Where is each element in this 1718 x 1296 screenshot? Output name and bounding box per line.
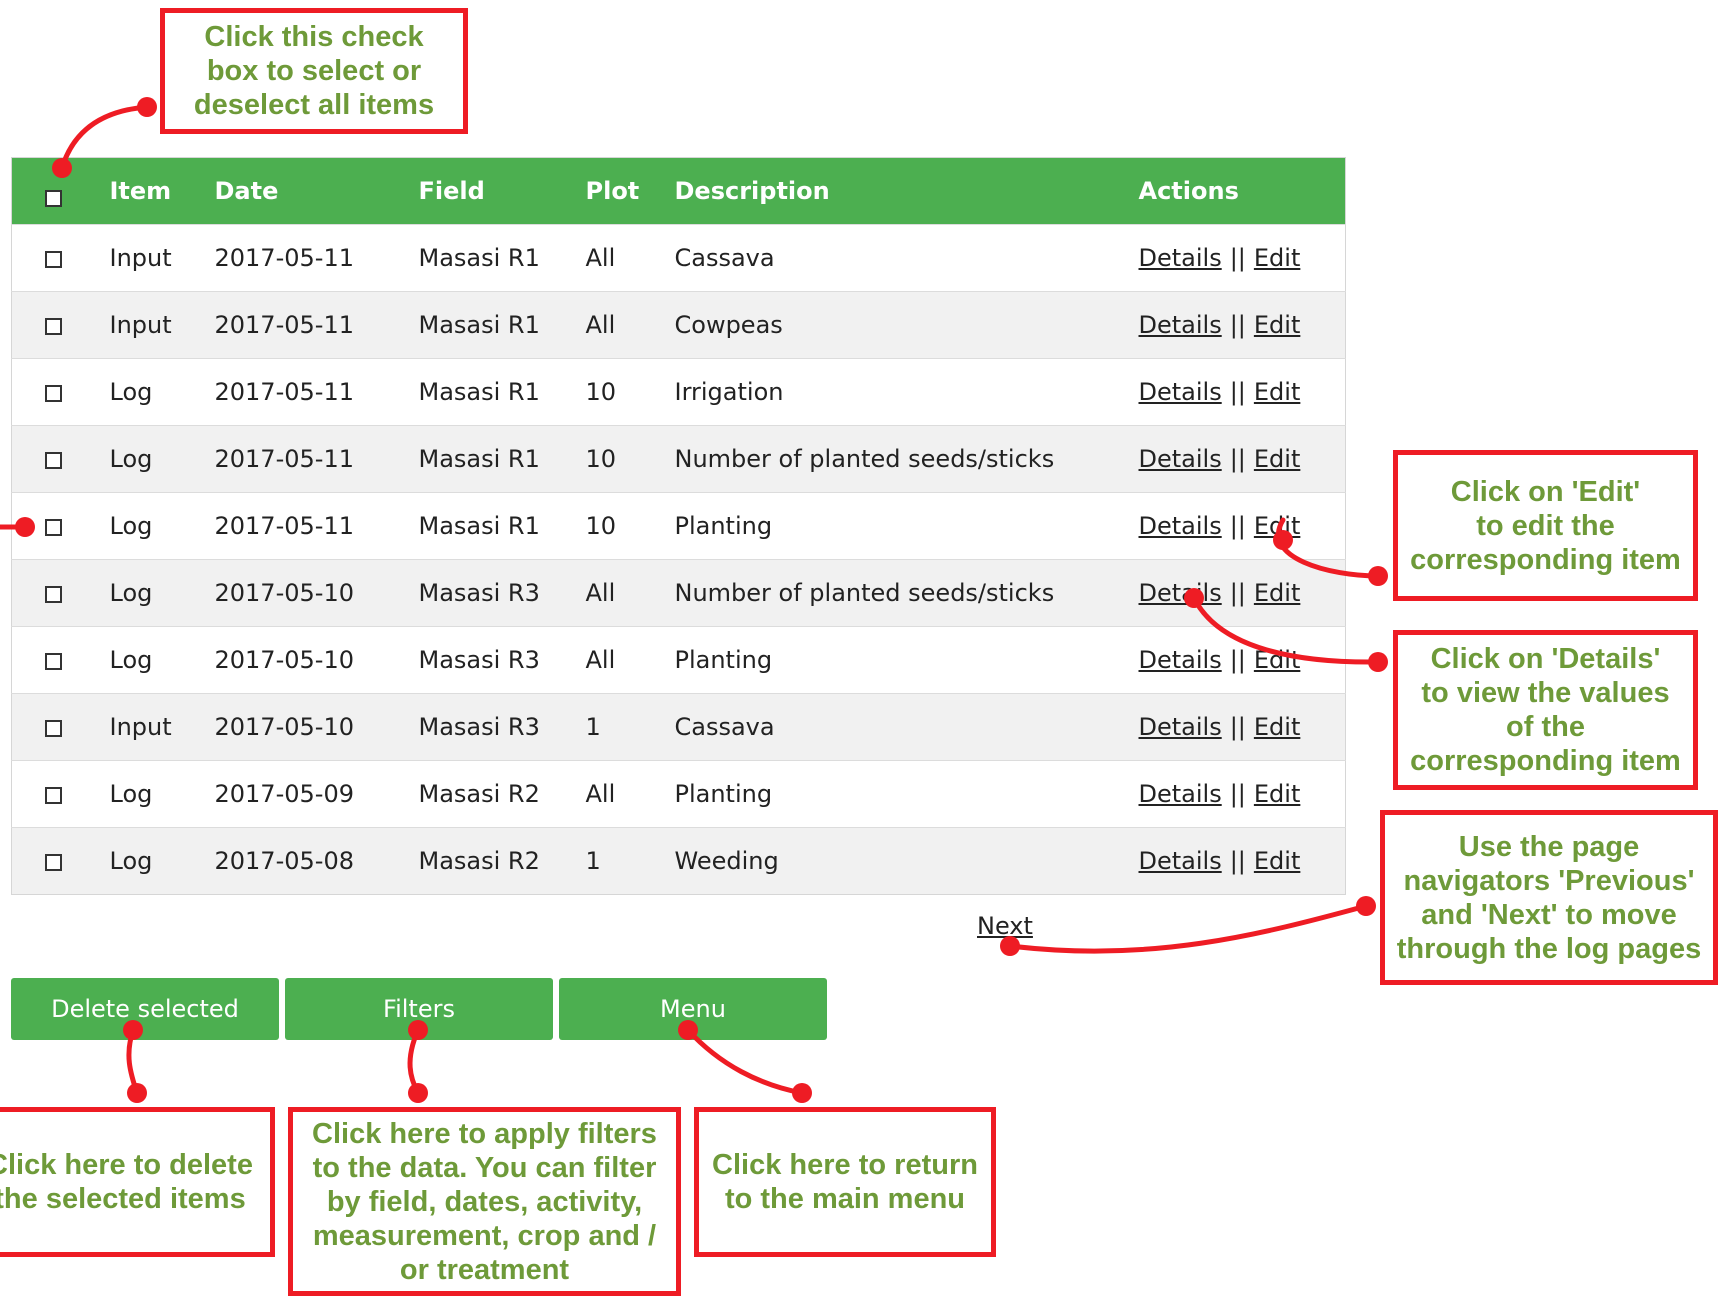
connector-dot	[1000, 936, 1020, 956]
connector-dot	[123, 1020, 143, 1040]
connector-dot	[408, 1083, 428, 1103]
connector-dot	[792, 1083, 812, 1103]
callout-edit: Click on 'Edit' to edit the correspondin…	[1393, 450, 1698, 601]
connector-dot	[52, 158, 72, 178]
connector-dot	[15, 517, 35, 537]
callout-menu: Click here to return to the main menu	[694, 1107, 996, 1257]
connector-next	[1007, 903, 1369, 954]
callout-filters: Click here to apply filters to the data.…	[288, 1107, 681, 1296]
callout-details: Click on 'Details' to view the values of…	[1393, 630, 1698, 790]
connector-dot	[1368, 652, 1388, 672]
connector-dot	[1273, 530, 1293, 550]
callout-navigation: Use the page navigators 'Previous' and '…	[1380, 810, 1718, 985]
connector-menu	[685, 1027, 805, 1096]
callout-delete: Click here to delete the selected items	[0, 1107, 275, 1257]
connector-dot	[408, 1020, 428, 1040]
connector-dot	[1368, 566, 1388, 586]
connector-details	[1191, 595, 1381, 665]
connector-dot	[678, 1020, 698, 1040]
log-list-screen: Item Date Field Plot Description Actions…	[0, 0, 1718, 1296]
connector-dot	[1356, 896, 1376, 916]
connector-select-all	[59, 104, 150, 171]
connector-edit	[1276, 517, 1381, 579]
connector-dot	[137, 97, 157, 117]
connector-dot	[127, 1083, 147, 1103]
callout-select-all: Click this check box to select or desele…	[160, 8, 468, 134]
connector-dot	[1184, 588, 1204, 608]
